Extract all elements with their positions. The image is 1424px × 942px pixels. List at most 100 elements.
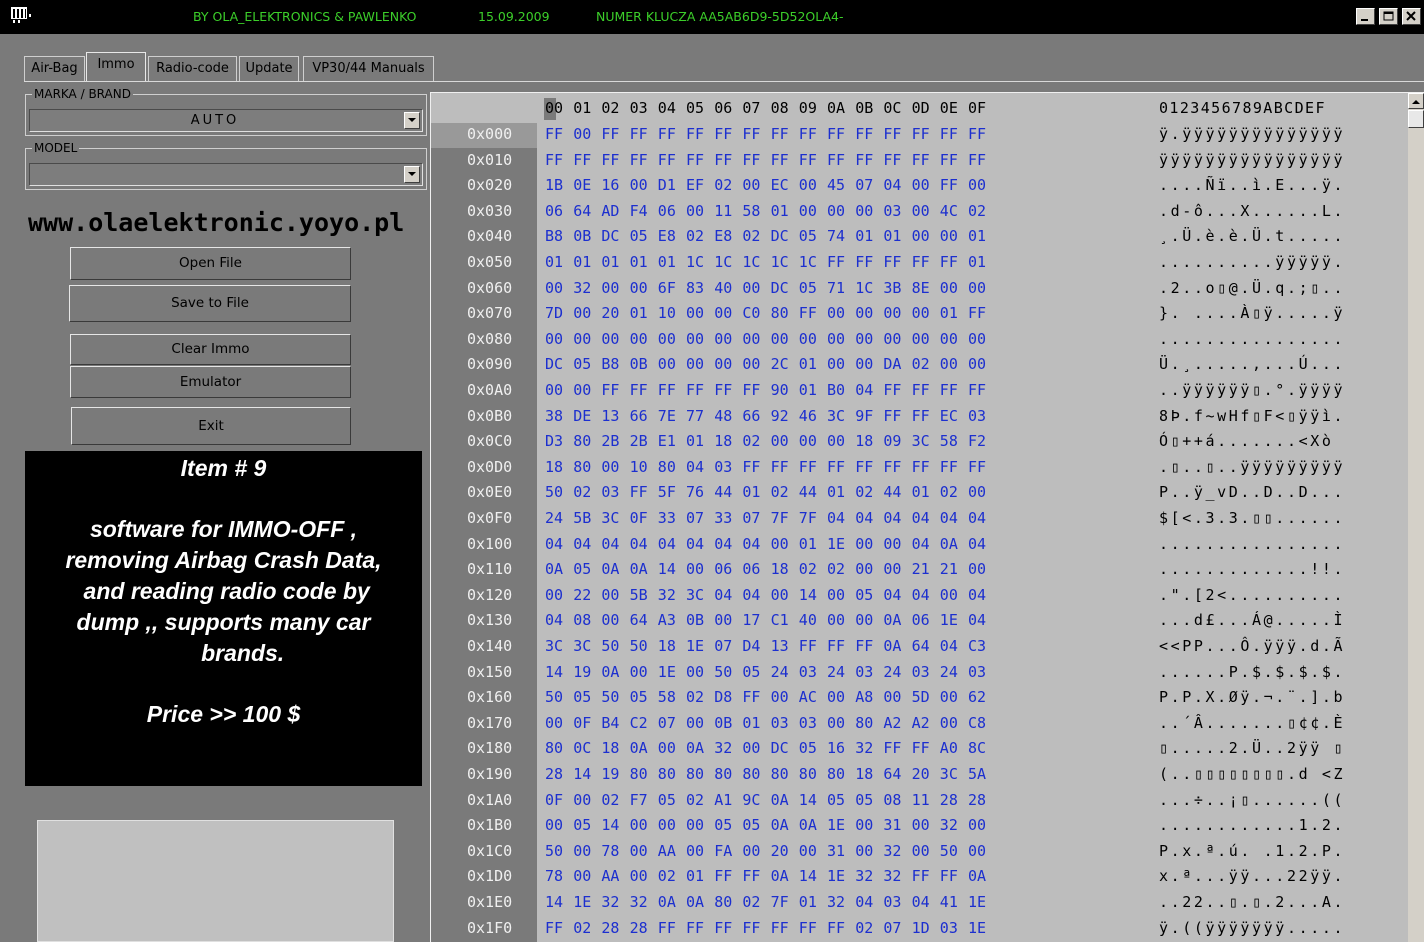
hex-byte[interactable]: 18 xyxy=(545,458,563,476)
clear-immo-button[interactable]: Clear Immo xyxy=(70,334,351,365)
hex-byte[interactable]: 02 xyxy=(686,227,704,245)
hex-byte[interactable]: FF xyxy=(912,253,930,271)
hex-byte[interactable]: 7F xyxy=(771,509,789,527)
hex-byte[interactable]: 01 xyxy=(630,304,648,322)
hex-byte[interactable]: 02 xyxy=(601,791,619,809)
hex-byte[interactable]: 05 xyxy=(799,227,817,245)
hex-byte[interactable]: FF xyxy=(799,637,817,655)
hex-row-address[interactable]: 0x130 xyxy=(467,611,512,629)
model-dropdown-button[interactable] xyxy=(404,166,420,183)
hex-byte[interactable]: DC xyxy=(601,227,619,245)
hex-byte[interactable]: 05 xyxy=(630,227,648,245)
brand-select[interactable]: AUTO xyxy=(29,109,423,132)
hex-byte[interactable]: 18 xyxy=(658,637,676,655)
hex-byte[interactable]: 80 xyxy=(855,714,873,732)
hex-byte[interactable]: 00 xyxy=(771,330,789,348)
hex-byte[interactable]: 04 xyxy=(912,586,930,604)
hex-byte[interactable]: 2C xyxy=(771,355,789,373)
hex-byte[interactable]: FF xyxy=(912,151,930,169)
hex-byte[interactable]: FF xyxy=(799,458,817,476)
hex-byte[interactable]: 50 xyxy=(545,842,563,860)
hex-byte[interactable]: 00 xyxy=(940,355,958,373)
hex-byte[interactable]: 19 xyxy=(601,765,619,783)
hex-byte[interactable]: 11 xyxy=(714,202,732,220)
hex-byte[interactable]: FF xyxy=(545,151,563,169)
hex-byte[interactable]: EC xyxy=(771,176,789,194)
hex-byte[interactable]: 00 xyxy=(940,227,958,245)
hex-byte[interactable]: 04 xyxy=(714,586,732,604)
hex-byte[interactable]: B4 xyxy=(601,714,619,732)
tab-update[interactable]: Update xyxy=(239,56,299,81)
hex-byte[interactable]: 08 xyxy=(883,791,901,809)
hex-byte[interactable]: FF xyxy=(968,125,986,143)
hex-byte[interactable]: F4 xyxy=(630,202,648,220)
hex-byte[interactable]: 00 xyxy=(912,202,930,220)
hex-byte[interactable]: 05 xyxy=(742,816,760,834)
hex-byte[interactable]: 00 xyxy=(883,330,901,348)
hex-byte[interactable]: F2 xyxy=(968,432,986,450)
hex-byte[interactable]: 0A xyxy=(601,663,619,681)
hex-byte[interactable]: DC xyxy=(545,355,563,373)
hex-byte[interactable]: 02 xyxy=(742,893,760,911)
hex-byte[interactable]: FF xyxy=(658,151,676,169)
hex-byte[interactable]: 00 xyxy=(573,125,591,143)
hex-byte[interactable]: 00 xyxy=(714,355,732,373)
hex-byte[interactable]: 00 xyxy=(545,279,563,297)
hex-byte[interactable]: 00 xyxy=(827,688,845,706)
hex-byte[interactable]: FF xyxy=(630,381,648,399)
hex-byte[interactable]: 04 xyxy=(968,611,986,629)
hex-byte[interactable]: FF xyxy=(686,381,704,399)
hex-byte[interactable]: FF xyxy=(883,125,901,143)
hex-byte[interactable]: 00 xyxy=(573,330,591,348)
hex-byte[interactable]: 32 xyxy=(714,739,732,757)
hex-byte[interactable]: 06 xyxy=(742,560,760,578)
hex-byte[interactable]: 14 xyxy=(601,816,619,834)
hex-byte[interactable]: 01 xyxy=(940,304,958,322)
hex-byte[interactable]: 02 xyxy=(742,432,760,450)
hex-byte[interactable]: 14 xyxy=(799,586,817,604)
hex-row-address[interactable]: 0x150 xyxy=(467,663,512,681)
hex-byte[interactable]: 16 xyxy=(601,176,619,194)
hex-byte[interactable]: FF xyxy=(742,688,760,706)
hex-byte[interactable]: 1C xyxy=(686,253,704,271)
hex-byte[interactable]: 04 xyxy=(940,509,958,527)
hex-byte[interactable]: 00 xyxy=(686,304,704,322)
hex-byte[interactable]: 00 xyxy=(545,381,563,399)
hex-byte[interactable]: 83 xyxy=(686,279,704,297)
hex-byte[interactable]: FF xyxy=(742,867,760,885)
hex-byte[interactable]: 1E xyxy=(686,637,704,655)
hex-byte[interactable]: 32 xyxy=(883,867,901,885)
hex-byte[interactable]: 28 xyxy=(601,919,619,937)
hex-byte[interactable]: 00 xyxy=(968,560,986,578)
hex-byte[interactable]: 14 xyxy=(545,893,563,911)
hex-byte[interactable]: 50 xyxy=(940,842,958,860)
hex-byte[interactable]: FF xyxy=(940,176,958,194)
hex-byte[interactable]: FF xyxy=(827,637,845,655)
hex-byte[interactable]: 00 xyxy=(771,688,789,706)
hex-byte[interactable]: 44 xyxy=(714,483,732,501)
hex-row-ascii[interactable]: P..ÿ_vD..D..D... xyxy=(1159,483,1345,501)
hex-byte[interactable]: E1 xyxy=(658,432,676,450)
hex-byte[interactable]: AD xyxy=(601,202,619,220)
hex-byte[interactable]: A0 xyxy=(940,739,958,757)
hex-byte[interactable]: 22 xyxy=(573,586,591,604)
hex-byte[interactable]: 05 xyxy=(573,560,591,578)
hex-byte[interactable]: 24 xyxy=(827,663,845,681)
hex-byte[interactable]: 1E xyxy=(968,893,986,911)
hex-byte[interactable]: 01 xyxy=(686,867,704,885)
hex-row-ascii[interactable]: <<PP...Ô.ÿÿÿ.d.Ã xyxy=(1159,637,1345,655)
hex-byte[interactable]: FF xyxy=(883,253,901,271)
hex-byte[interactable]: 00 xyxy=(742,330,760,348)
hex-byte[interactable]: 0A xyxy=(686,739,704,757)
hex-byte[interactable]: A3 xyxy=(658,611,676,629)
hex-byte[interactable]: 00 xyxy=(686,355,704,373)
hex-byte[interactable]: 40 xyxy=(799,611,817,629)
hex-byte[interactable]: AA xyxy=(601,867,619,885)
hex-byte[interactable]: 44 xyxy=(799,483,817,501)
hex-byte[interactable]: 04 xyxy=(686,535,704,553)
hex-row-ascii[interactable]: ..22..▯.▯.2...A. xyxy=(1159,893,1345,911)
hex-row-ascii[interactable]: ¸.Ü.è.è.Ü.t..... xyxy=(1159,227,1345,245)
hex-byte[interactable]: 00 xyxy=(742,842,760,860)
hex-byte[interactable]: 00 xyxy=(686,560,704,578)
hex-byte[interactable]: 07 xyxy=(742,509,760,527)
